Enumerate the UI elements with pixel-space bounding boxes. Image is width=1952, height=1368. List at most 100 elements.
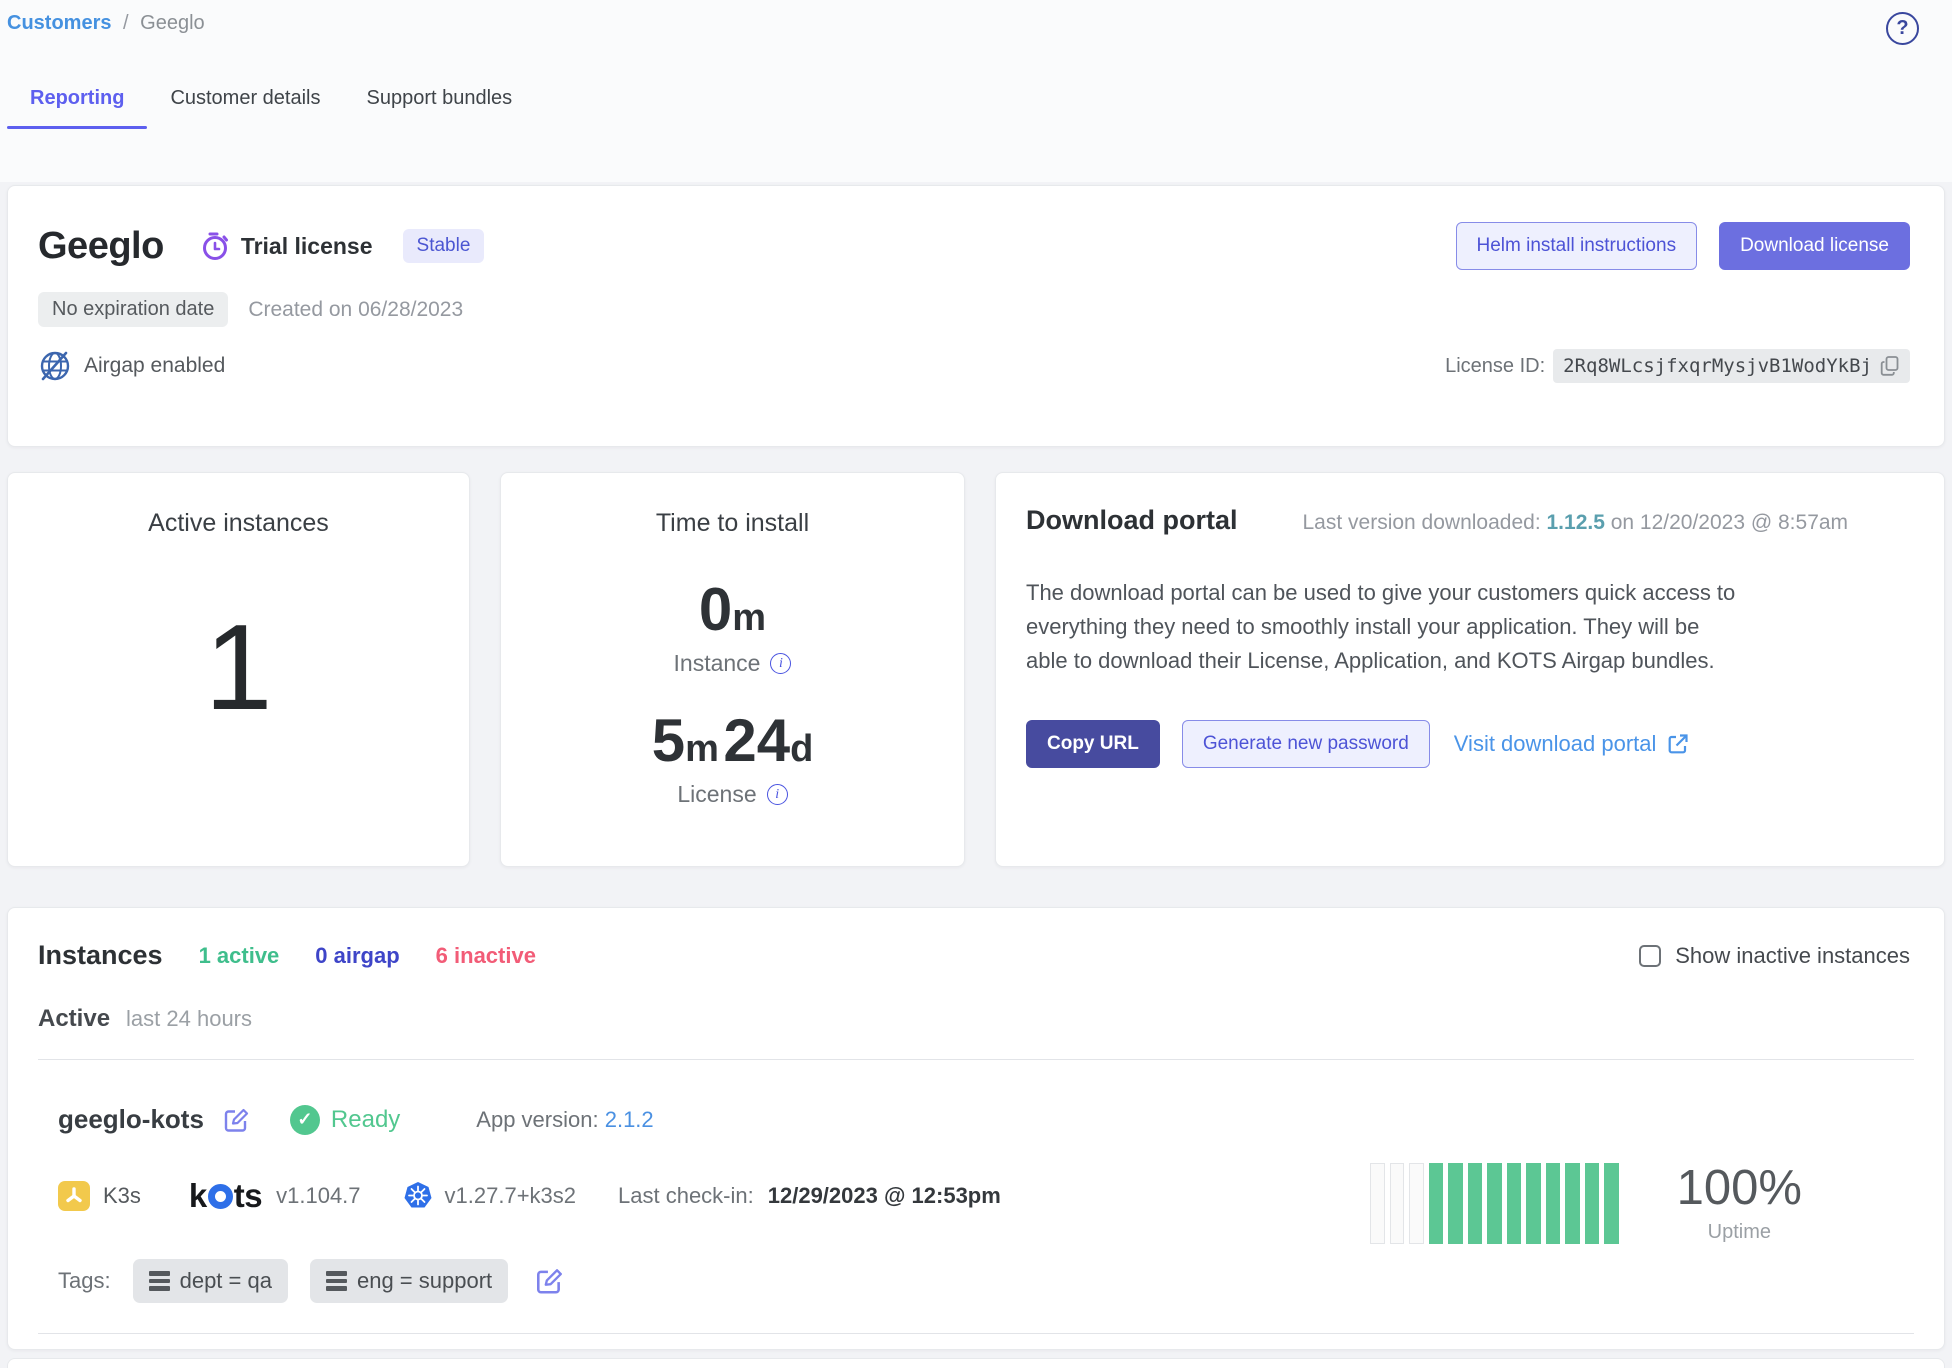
visit-portal-label: Visit download portal [1454,731,1657,757]
tag-label: dept = qa [180,1268,272,1294]
external-link-icon [1666,732,1690,756]
tag-icon [326,1271,347,1291]
tag-label: eng = support [357,1268,492,1294]
license-id-text: 2Rq8WLcsjfxqrMysjvB1WodYkBj [1563,355,1872,377]
active-section-label: Active [38,1005,110,1033]
distribution: K3s [58,1181,141,1211]
helm-install-button[interactable]: Helm install instructions [1456,222,1698,270]
uptime-bar [1507,1163,1522,1244]
uptime-value: 100% [1677,1164,1802,1213]
download-license-button[interactable]: Download license [1719,222,1910,270]
last-checkin-value: 12/29/2023 @ 12:53pm [768,1183,1001,1209]
license-time-unit-1: m [685,728,719,770]
uptime-bar [1390,1163,1405,1244]
download-portal-description: The download portal can be used to give … [1026,576,1736,678]
uptime-bar [1429,1163,1444,1244]
license-id-value[interactable]: 2Rq8WLcsjfxqrMysjvB1WodYkBj [1553,349,1910,383]
distribution-label: K3s [103,1183,141,1209]
instances-card: Instances 1 active 0 airgap 6 inactive S… [7,907,1945,1350]
active-instances-title: Active instances [148,509,329,538]
license-install-time: 5m 24d [652,711,814,771]
ready-check-icon: ✓ [290,1105,320,1135]
airgap-count: 0 airgap [315,943,399,969]
created-date: Created on 06/28/2023 [248,298,463,322]
status-label: Ready [331,1106,400,1134]
visit-download-portal-link[interactable]: Visit download portal [1454,731,1691,757]
airgap-status: Airgap enabled [38,349,225,383]
kots-version: v1.104.7 [276,1183,360,1209]
copy-url-button[interactable]: Copy URL [1026,720,1160,768]
license-time-label: License [677,781,756,808]
download-portal-title: Download portal [1026,505,1238,536]
airgap-globe-icon [38,349,72,383]
tab-bar: Reporting Customer details Support bundl… [7,87,1945,129]
license-type-label: Trial license [241,233,373,260]
instance-time-number: 0 [699,576,732,643]
show-inactive-checkbox[interactable] [1639,945,1661,967]
uptime-label: Uptime [1677,1221,1802,1244]
active-instances-card: Active instances 1 [7,472,470,867]
breadcrumb: Customers / Geeglo [7,10,205,35]
customer-name: Geeglo [38,225,164,268]
show-inactive-control[interactable]: Show inactive instances [1639,943,1910,969]
trial-timer-icon [200,230,230,262]
show-inactive-label: Show inactive instances [1675,943,1910,969]
uptime-bar [1565,1163,1580,1244]
tab-support-bundles[interactable]: Support bundles [344,87,536,129]
instance-status: ✓ Ready [290,1105,400,1135]
license-time-unit-2: d [790,728,813,770]
uptime-bar [1526,1163,1541,1244]
uptime-bar [1487,1163,1502,1244]
uptime-bar [1546,1163,1561,1244]
active-section-sub: last 24 hours [126,1006,252,1032]
tag-pill[interactable]: dept = qa [133,1259,288,1303]
tag-icon [149,1271,170,1291]
last-checkin-label: Last check-in: [618,1183,754,1209]
help-icon[interactable]: ? [1886,12,1919,45]
app-version: App version: 2.1.2 [476,1107,653,1133]
instance-info-icon[interactable]: i [770,653,791,674]
uptime-bar [1604,1163,1619,1244]
last-version-downloaded: Last version downloaded: 1.12.5 on 12/20… [1303,511,1849,535]
kots-logo-o-icon [208,1184,233,1209]
license-info-icon[interactable]: i [767,784,788,805]
instances-title: Instances [38,940,163,971]
instance-time-label: Instance [674,650,761,677]
edit-tags-icon[interactable] [534,1266,564,1296]
uptime-bar [1585,1163,1600,1244]
customer-header-card: Geeglo Trial license Stable Helm install… [7,185,1945,447]
tab-reporting[interactable]: Reporting [7,87,147,129]
time-to-install-card: Time to install 0m Instance i 5m 24d Lic… [500,472,965,867]
uptime-bar [1448,1163,1463,1244]
app-version-link[interactable]: 2.1.2 [605,1107,654,1132]
active-instances-value: 1 [205,606,273,728]
uptime-block: 100% Uptime [1370,1104,1802,1303]
last-version-link[interactable]: 1.12.5 [1547,511,1605,534]
app-version-label: App version: [476,1107,598,1132]
kubernetes-version-label: v1.27.7+k3s2 [445,1183,576,1209]
breadcrumb-customers-link[interactable]: Customers [7,12,111,34]
tab-customer-details[interactable]: Customer details [147,87,343,129]
tag-pill[interactable]: eng = support [310,1259,508,1303]
kubernetes-icon [403,1181,433,1211]
copy-icon[interactable] [1880,355,1900,377]
instance-time-unit: m [732,597,766,639]
stats-row: Active instances 1 Time to install 0m In… [7,472,1945,867]
edit-instance-name-icon[interactable] [222,1106,250,1134]
download-portal-card: Download portal Last version downloaded:… [995,472,1945,867]
customer-reporting-page: Customers / Geeglo ? Reporting Customer … [0,0,1952,1368]
channel-badge: Stable [403,229,485,263]
generate-password-button[interactable]: Generate new password [1182,720,1430,768]
uptime-bar [1468,1163,1483,1244]
top-bar: Customers / Geeglo ? [7,0,1945,45]
instance-name: geeglo-kots [58,1104,204,1135]
license-time-label-row: License i [677,781,787,808]
next-section-edge [7,1358,1945,1368]
license-time-number-1: 5 [652,707,685,774]
kots-logo-k: k [189,1177,207,1215]
uptime-bar-chart [1370,1163,1619,1244]
license-id-label: License ID: [1445,355,1545,378]
instance-install-time: 0m [699,580,766,640]
kubernetes-version: v1.27.7+k3s2 [403,1181,576,1211]
inactive-count: 6 inactive [436,943,536,969]
